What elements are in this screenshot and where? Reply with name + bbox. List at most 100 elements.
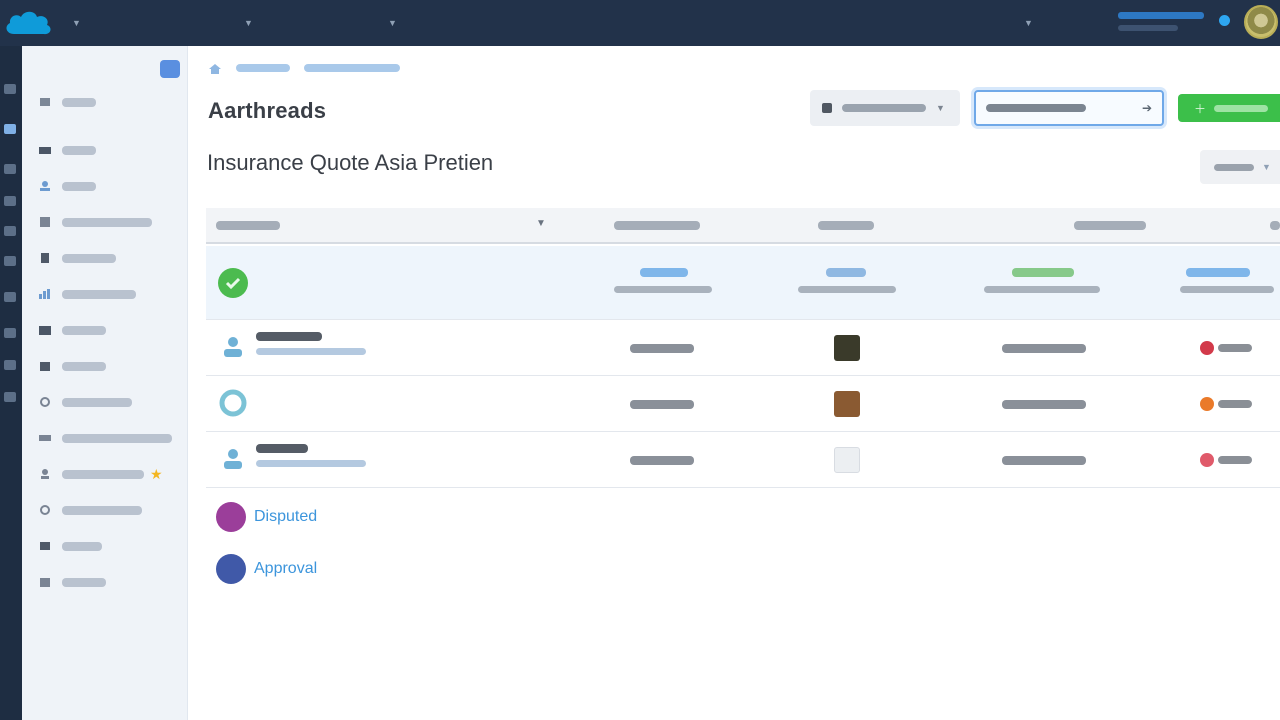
user-org-text	[1118, 25, 1178, 31]
sidebar-item-label	[62, 325, 106, 335]
rail-item-icon[interactable]	[4, 392, 16, 402]
rail-item-icon[interactable]	[4, 328, 16, 338]
row-value	[1002, 344, 1086, 353]
column-header[interactable]	[1074, 221, 1146, 230]
thumbnail[interactable]	[834, 391, 860, 417]
sidebar-item-label	[62, 541, 102, 551]
column-header[interactable]	[1270, 221, 1280, 230]
sidebar-item-6[interactable]	[38, 282, 188, 306]
avatar[interactable]	[1244, 5, 1278, 39]
sidebar-item-7[interactable]	[38, 318, 188, 342]
thumbnail[interactable]	[834, 335, 860, 361]
rail-item-icon[interactable]	[4, 164, 16, 174]
row-name[interactable]	[256, 332, 366, 355]
row-value	[1002, 400, 1086, 409]
main-content: Aarthreads Insurance Quote Asia Pretien …	[188, 46, 1280, 720]
notification-dot-icon[interactable]	[1219, 15, 1230, 26]
top-navigation-bar: ▼ ▼ ▼ ▼	[0, 0, 1280, 46]
sidebar-item-home[interactable]	[38, 90, 188, 114]
summary-link[interactable]	[640, 268, 688, 277]
sidebar-item-label	[62, 397, 132, 407]
column-header[interactable]	[614, 221, 700, 230]
document-icon	[38, 252, 52, 264]
app-switcher[interactable]: ▼	[64, 12, 81, 34]
view-icon	[822, 103, 832, 113]
row-subtitle	[256, 348, 366, 355]
home-icon[interactable]	[208, 62, 222, 74]
rail-item-icon[interactable]	[4, 360, 16, 370]
user-group-icon	[218, 332, 248, 362]
sidebar-item-12[interactable]	[38, 498, 188, 522]
rail-item-icon[interactable]	[4, 292, 16, 302]
sidebar-item-5[interactable]	[38, 246, 188, 270]
rail-item-icon[interactable]	[4, 226, 16, 236]
status-dot-icon	[1200, 397, 1214, 411]
summary-caption	[798, 286, 896, 293]
sidebar-header	[40, 60, 180, 78]
status-item-approval[interactable]: Approval	[216, 554, 317, 584]
row-title	[256, 444, 308, 453]
filter-dropdown[interactable]: ▼	[1200, 150, 1280, 184]
table-row[interactable]	[206, 320, 1280, 376]
rail-item-icon[interactable]	[4, 256, 16, 266]
view-selector-label	[842, 104, 926, 112]
thumbnail[interactable]	[834, 447, 860, 473]
sort-arrow-icon[interactable]: ▼	[536, 218, 546, 229]
page-subtitle: Insurance Quote Asia Pretien	[207, 150, 494, 175]
user-profile-link[interactable]	[1118, 10, 1210, 38]
column-header[interactable]	[216, 221, 280, 230]
sidebar-item-8[interactable]	[38, 354, 188, 378]
row-title	[256, 332, 322, 341]
filter-label	[1214, 163, 1254, 171]
view-selector-button[interactable]: ▼	[810, 90, 960, 126]
sidebar-toggle-icon[interactable]	[160, 60, 180, 78]
sidebar-item-label	[62, 289, 136, 299]
status-dot-icon	[1200, 341, 1214, 355]
home-icon	[38, 96, 52, 108]
sidebar-item-10[interactable]	[38, 426, 188, 450]
status-badge	[1200, 397, 1252, 411]
sidebar-item-label	[62, 505, 142, 515]
sidebar-item-9[interactable]	[38, 390, 188, 414]
table-row[interactable]	[206, 432, 1280, 488]
nav-item-3[interactable]: ▼	[382, 12, 397, 34]
nav-item-2[interactable]: ▼	[238, 12, 253, 34]
status-label[interactable]: Approval	[254, 560, 317, 578]
check-circle-icon	[218, 268, 248, 298]
users-icon	[38, 180, 52, 192]
archive-icon	[38, 576, 52, 588]
status-item-disputed[interactable]: Disputed	[216, 502, 317, 532]
sidebar-item-14[interactable]	[38, 570, 188, 594]
table-row[interactable]	[206, 246, 1280, 320]
row-name[interactable]	[256, 444, 366, 467]
column-header[interactable]	[818, 221, 874, 230]
sidebar-item-11[interactable]: ★	[38, 462, 188, 486]
summary-status	[1012, 268, 1074, 277]
chevron-down-icon: ▼	[244, 18, 253, 28]
breadcrumb-link[interactable]	[304, 64, 400, 72]
sidebar-item-4[interactable]	[38, 210, 188, 234]
rail-item-icon[interactable]	[4, 196, 16, 206]
summary-link[interactable]	[1186, 268, 1250, 277]
summary-link[interactable]	[826, 268, 866, 277]
rail-item-icon[interactable]	[4, 84, 16, 94]
sidebar-item-2[interactable]	[38, 138, 188, 162]
status-label[interactable]: Disputed	[254, 508, 317, 526]
person-star-icon	[38, 468, 52, 480]
sidebar-item-13[interactable]	[38, 534, 188, 558]
sidebar-item-3[interactable]	[38, 174, 188, 198]
status-circle-icon	[216, 502, 246, 532]
rail-item-icon[interactable]	[4, 124, 16, 134]
grid-icon	[38, 216, 52, 228]
primary-action-button[interactable]: ＋	[1178, 94, 1280, 122]
chevron-down-icon: ▼	[1024, 18, 1033, 28]
user-menu[interactable]: ▼	[1018, 12, 1033, 34]
table-row[interactable]	[206, 376, 1280, 432]
arrow-right-icon[interactable]: ➔	[1142, 101, 1152, 115]
status-badge	[1200, 453, 1252, 467]
primary-action-label	[1214, 104, 1269, 112]
search-input[interactable]: ➔	[974, 90, 1164, 126]
breadcrumb-link[interactable]	[236, 64, 290, 72]
cloud-logo-icon[interactable]	[2, 4, 54, 42]
star-icon: ★	[150, 465, 163, 482]
